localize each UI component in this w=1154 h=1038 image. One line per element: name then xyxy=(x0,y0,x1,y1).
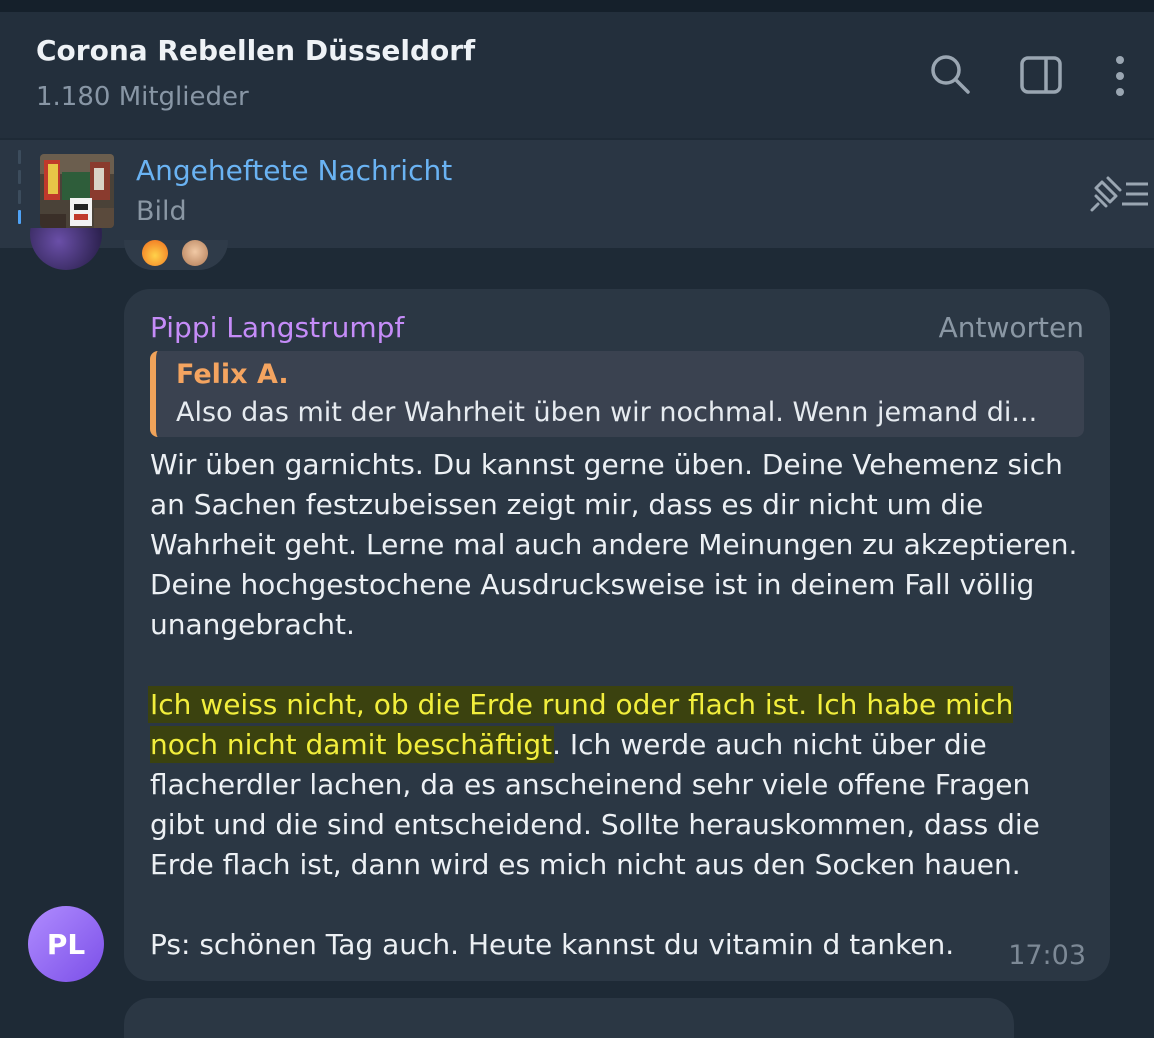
more-vertical-icon[interactable] xyxy=(1108,54,1132,102)
member-count: 1.180 Mitglieder xyxy=(36,82,249,112)
pinned-indicator xyxy=(18,150,22,232)
message-paragraph: Wir üben garnichts. Du kannst gerne üben… xyxy=(150,448,1078,641)
search-icon[interactable] xyxy=(928,52,972,100)
pinned-message-bar[interactable]: Angeheftete Nachricht Bild xyxy=(0,140,1154,248)
message-paragraph: Ps: schönen Tag auch. Heute kannst du vi… xyxy=(150,928,955,961)
message-paragraph: Ich weiss nicht, ob die Erde rund oder f… xyxy=(150,685,1090,885)
next-message-bubble[interactable] xyxy=(124,998,1014,1038)
message-time: 17:03 xyxy=(1008,940,1086,971)
pinned-list-icon[interactable] xyxy=(1088,174,1150,218)
pinned-title[interactable]: Angeheftete Nachricht xyxy=(136,154,452,187)
previous-sender-avatar[interactable] xyxy=(30,228,102,270)
pinned-thumbnail[interactable] xyxy=(40,154,114,228)
chat-header[interactable]: Corona Rebellen Düsseldorf 1.180 Mitglie… xyxy=(0,12,1154,138)
chat-title[interactable]: Corona Rebellen Düsseldorf xyxy=(36,34,475,67)
quote-text: Also das mit der Wahrheit üben wir nochm… xyxy=(176,397,1038,428)
pinned-preview: Bild xyxy=(136,196,187,227)
sender-avatar[interactable]: PL xyxy=(28,906,104,982)
reply-button[interactable]: Antworten xyxy=(939,311,1084,344)
fire-reaction-icon[interactable] xyxy=(142,240,168,266)
previous-message-reactions[interactable] xyxy=(124,240,228,270)
reactor-avatar xyxy=(182,240,208,266)
reply-quote[interactable]: Felix A. Also das mit der Wahrheit üben … xyxy=(150,351,1084,437)
window-top-strip xyxy=(0,0,1154,12)
sidebar-toggle-icon[interactable] xyxy=(1020,56,1064,100)
message-author[interactable]: Pippi Langstrumpf xyxy=(150,311,404,344)
message-bubble[interactable]: Pippi Langstrumpf Antworten Felix A. Als… xyxy=(124,289,1110,981)
message-text: Wir üben garnichts. Du kannst gerne üben… xyxy=(150,445,1090,965)
quote-author: Felix A. xyxy=(176,359,289,390)
